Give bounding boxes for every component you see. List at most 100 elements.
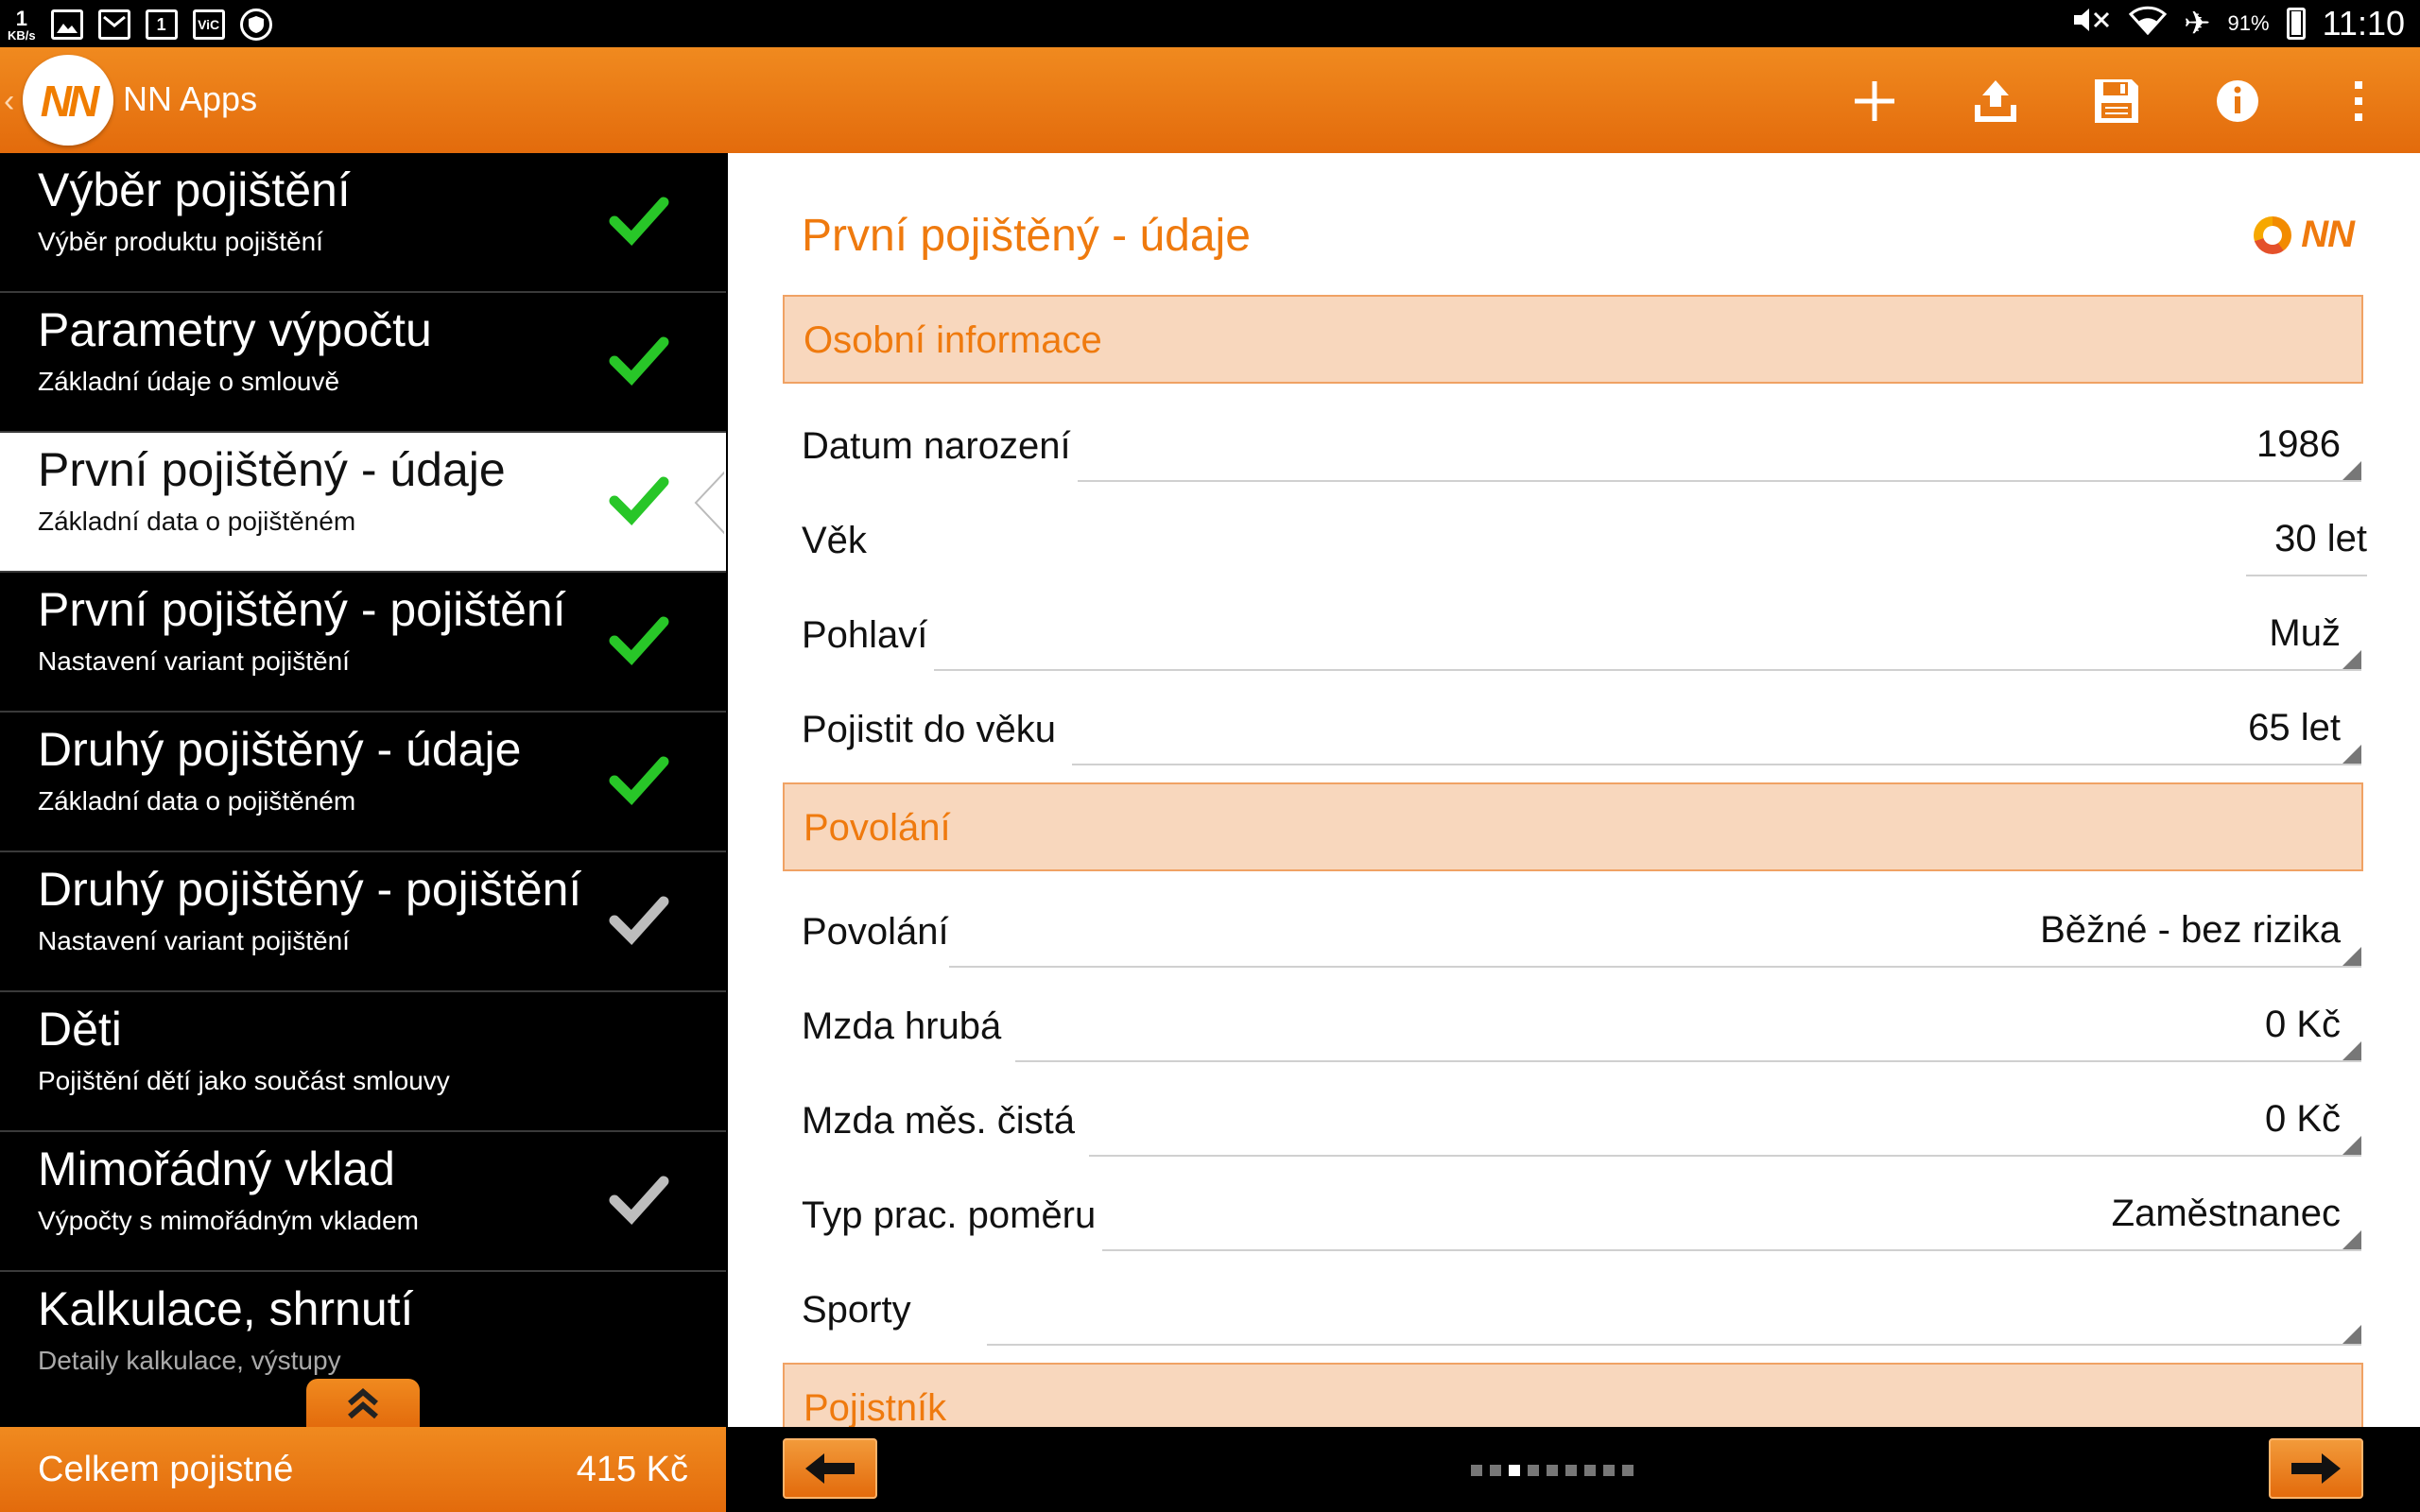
section-header-policyholder: Pojistník xyxy=(783,1363,2363,1427)
section-title: Pojistník xyxy=(804,1387,947,1427)
check-green-icon xyxy=(609,476,669,526)
previous-step-button[interactable] xyxy=(783,1438,877,1499)
page-indicator xyxy=(1471,1465,1634,1476)
step-title: Druhý pojištěný - údaje xyxy=(38,723,522,776)
field-datum-narozeni[interactable]: Datum narození 1986 xyxy=(802,397,2367,491)
page-dot xyxy=(1603,1465,1615,1476)
save-button[interactable] xyxy=(2083,68,2150,134)
gmail-icon xyxy=(97,9,130,40)
app-title: NN Apps xyxy=(123,79,258,118)
nn-logo-text: NN xyxy=(40,77,99,126)
total-premium-value: 415 Kč xyxy=(576,1450,688,1489)
total-premium-bar: Celkem pojistné 415 Kč xyxy=(0,1427,726,1512)
expand-summary-button[interactable] xyxy=(306,1379,420,1428)
nn-app-logo[interactable]: NN xyxy=(23,55,113,146)
field-mzda-hruba[interactable]: Mzda hrubá 0 Kč xyxy=(802,977,2367,1072)
field-value[interactable]: 0 Kč xyxy=(2265,1098,2341,1141)
check-gray-icon xyxy=(609,896,669,946)
overflow-menu-button[interactable] xyxy=(2325,68,2392,134)
battery-percent: 91% xyxy=(2227,11,2270,35)
field-povolani[interactable]: Povolání Běžné - bez rizika xyxy=(802,883,2367,977)
check-green-icon xyxy=(609,756,669,806)
field-value[interactable]: 65 let xyxy=(2248,707,2341,749)
info-button[interactable] xyxy=(2204,68,2271,134)
dropdown-indicator-icon xyxy=(2342,461,2361,480)
mute-icon xyxy=(2070,6,2112,43)
total-premium-label: Celkem pojistné xyxy=(38,1450,294,1489)
step-prvni-pojisteny-pojisteni[interactable]: První pojištěný - pojištění Nastavení va… xyxy=(0,573,726,713)
step-subtitle: Výpočty s mimořádným vkladem xyxy=(38,1206,420,1235)
field-underline xyxy=(1102,1249,2361,1251)
field-underline xyxy=(987,1344,2361,1346)
step-druhy-pojisteny-pojisteni[interactable]: Druhý pojištěný - pojištění Nastavení va… xyxy=(0,852,726,992)
page-dot xyxy=(1509,1465,1520,1476)
gallery-icon xyxy=(50,9,83,40)
section-header-occupation: Povolání xyxy=(783,782,2363,871)
check-green-icon xyxy=(609,197,669,247)
wifi-icon xyxy=(2128,5,2168,43)
network-speed: 1 KB/s xyxy=(8,8,36,42)
section-header-personal: Osobní informace xyxy=(783,295,2363,384)
page-dot xyxy=(1528,1465,1539,1476)
page-dot xyxy=(1471,1465,1482,1476)
field-typ-prac-pomeru[interactable]: Typ prac. poměru Zaměstnanec xyxy=(802,1166,2367,1261)
field-value[interactable]: Zaměstnanec xyxy=(2112,1193,2341,1235)
step-subtitle: Detaily kalkulace, výstupy xyxy=(38,1346,341,1375)
save-icon xyxy=(2095,79,2138,123)
nn-brand-text: NN xyxy=(2301,214,2355,255)
field-pohlavi[interactable]: Pohlaví Muž xyxy=(802,586,2367,680)
dropdown-indicator-icon xyxy=(2342,1325,2361,1344)
page-title: První pojištěný - údaje xyxy=(802,211,1251,261)
field-value[interactable]: 1986 xyxy=(2256,423,2341,466)
next-step-button[interactable] xyxy=(2269,1438,2363,1499)
form-panel: První pojištěný - údaje NN Osobní inform… xyxy=(728,153,2420,1427)
status-left-icons: 1 KB/s 1 ViC xyxy=(8,6,272,43)
step-druhy-pojisteny-udaje[interactable]: Druhý pojištěný - údaje Základní data o … xyxy=(0,713,726,852)
page-dot xyxy=(1622,1465,1634,1476)
clock: 11:10 xyxy=(2322,4,2405,43)
step-deti[interactable]: Děti Pojištění dětí jako součást smlouvy xyxy=(0,992,726,1132)
step-title: První pojištěný - údaje xyxy=(38,443,506,496)
page-dot xyxy=(1565,1465,1577,1476)
add-icon xyxy=(1855,81,1894,121)
step-subtitle: Výběr produktu pojištění xyxy=(38,227,323,256)
dropdown-indicator-icon xyxy=(2342,650,2361,669)
wizard-step-sidebar: Výběr pojištění Výběr produktu pojištění… xyxy=(0,153,726,1427)
field-label: Povolání xyxy=(802,911,949,953)
field-pojistit-do-veku[interactable]: Pojistit do věku 65 let xyxy=(802,680,2367,775)
field-underline xyxy=(934,669,2361,671)
step-subtitle: Nastavení variant pojištění xyxy=(38,646,350,676)
step-subtitle: Základní data o pojištěném xyxy=(38,507,356,536)
section-title: Osobní informace xyxy=(804,319,1102,361)
field-underline xyxy=(1078,480,2361,482)
status-bar: 1 KB/s 1 ViC ✈ 91% 11:10 xyxy=(0,0,2420,47)
field-value[interactable]: Muž xyxy=(2269,612,2341,655)
step-mimoradny-vklad[interactable]: Mimořádný vklad Výpočty s mimořádným vkl… xyxy=(0,1132,726,1272)
step-parametry-vypoctu[interactable]: Parametry výpočtu Základní údaje o smlou… xyxy=(0,293,726,433)
step-title: Mimořádný vklad xyxy=(38,1143,395,1195)
dropdown-indicator-icon xyxy=(2342,745,2361,764)
dropdown-indicator-icon xyxy=(2342,1230,2361,1249)
step-title: Kalkulace, shrnutí xyxy=(38,1282,414,1335)
step-subtitle: Základní data o pojištěném xyxy=(38,786,356,816)
field-value[interactable]: Běžné - bez rizika xyxy=(2040,909,2341,952)
back-chevron-icon[interactable]: ‹ xyxy=(4,83,14,120)
field-underline xyxy=(1089,1155,2361,1157)
field-underline xyxy=(2246,575,2367,576)
field-sporty[interactable]: Sporty xyxy=(802,1261,2367,1355)
add-button[interactable] xyxy=(1841,68,1908,134)
step-vyber-pojisteni[interactable]: Výběr pojištění Výběr produktu pojištění xyxy=(0,153,726,293)
field-value[interactable]: 0 Kč xyxy=(2265,1004,2341,1046)
dropdown-indicator-icon xyxy=(2342,1136,2361,1155)
active-step-pointer xyxy=(694,471,726,535)
step-prvni-pojisteny-udaje[interactable]: První pojištěný - údaje Základní data o … xyxy=(0,433,726,573)
field-label: Mzda měs. čistá xyxy=(802,1100,1075,1142)
check-green-icon xyxy=(609,336,669,387)
field-label: Pohlaví xyxy=(802,614,928,656)
field-mzda-mes-cista[interactable]: Mzda měs. čistá 0 Kč xyxy=(802,1072,2367,1166)
dropdown-indicator-icon xyxy=(2342,947,2361,966)
nn-brand-logo: NN xyxy=(2254,214,2355,256)
page-dot xyxy=(1584,1465,1596,1476)
step-subtitle: Pojištění dětí jako součást smlouvy xyxy=(38,1066,450,1095)
upload-button[interactable] xyxy=(1962,68,2029,134)
